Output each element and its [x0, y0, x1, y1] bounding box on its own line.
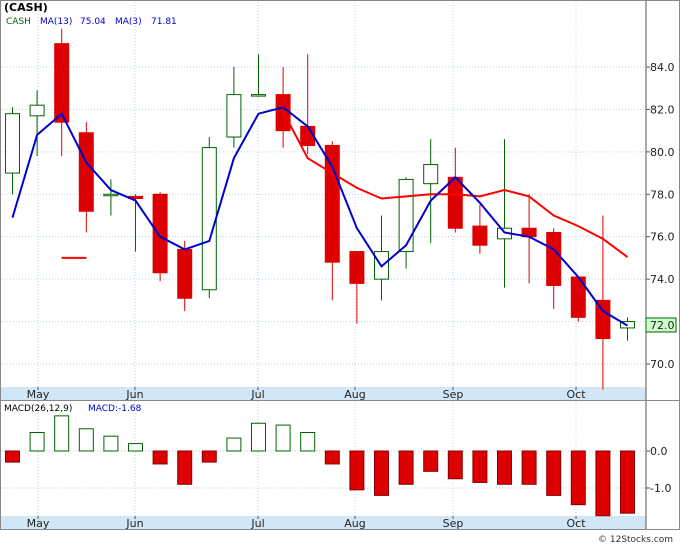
stock-chart: 70.0 72.0 74.0 76.0 78.0 80.0 82.0 84.0 May Jun J… [0, 0, 680, 545]
candle-body [472, 225, 488, 246]
candle-body [152, 193, 168, 274]
macd-bar [595, 450, 611, 517]
macd-bar [349, 450, 365, 491]
macd-bar [398, 450, 414, 485]
macd-bar [570, 450, 586, 506]
candle-body [546, 231, 562, 287]
candle-body [78, 132, 94, 212]
legend-ma13-label: MA(13) [40, 17, 72, 27]
price-x-tick-label: Aug [344, 388, 365, 401]
macd-bar [78, 428, 94, 452]
macd-bar [177, 450, 193, 485]
legend-symbol: CASH [6, 17, 31, 27]
macd-bar [251, 422, 266, 452]
candle-body [349, 251, 365, 284]
candle-body [595, 299, 611, 340]
macd-bar [374, 450, 389, 496]
last-price-label: 72.0 [650, 319, 675, 332]
macd-x-tick-label: May [27, 517, 50, 530]
price-y-tick-label: 70.0 [650, 358, 675, 371]
price-y-tick-label: 74.0 [650, 273, 675, 286]
price-x-tick-label: May [27, 388, 50, 401]
legend-ma3-value: 71.81 [151, 17, 177, 27]
macd-bar [29, 432, 45, 452]
macd-bar [103, 435, 119, 452]
price-panel [0, 0, 680, 401]
macd-bar [275, 424, 291, 452]
price-y-tick-label: 76.0 [650, 231, 675, 244]
macd-bar [447, 450, 463, 480]
macd-bar [54, 415, 70, 452]
macd-x-tick-label: Oct [566, 517, 586, 530]
macd-x-tick-label: Jun [125, 517, 143, 530]
macd-bar [226, 437, 242, 452]
candle-body [54, 43, 70, 123]
price-y-tick-label: 80.0 [650, 146, 675, 159]
macd-bar [423, 450, 439, 472]
price-y-tick-label: 84.0 [650, 61, 675, 74]
candle-body [29, 104, 45, 117]
candle-body [201, 147, 217, 291]
macd-x-tick-label: Aug [344, 517, 365, 530]
macd-bar [620, 450, 635, 514]
price-y-tick-label: 78.0 [650, 188, 675, 201]
candle-body [251, 94, 266, 97]
chart-title: (CASH) [4, 1, 48, 14]
watermark: © 12Stocks.com [598, 535, 673, 545]
macd-legend-label: MACD(26,12,9) [4, 404, 72, 414]
macd-xaxis-band [1, 516, 646, 529]
candle-body [447, 176, 463, 229]
macd-bar [128, 443, 143, 452]
candle-body [5, 113, 20, 174]
candle-body [103, 193, 119, 197]
macd-bar [5, 450, 20, 463]
price-y-tick-label: 82.0 [650, 103, 675, 116]
legend-ma3-label: MA(3) [115, 17, 142, 27]
price-xaxis-band [1, 387, 646, 400]
candle-body [423, 164, 439, 185]
price-x-tick-label: Jun [125, 388, 143, 401]
price-x-tick-label: Oct [566, 388, 586, 401]
macd-bar [472, 450, 488, 483]
macd-y-tick-label: -1.0 [650, 482, 671, 495]
macd-x-tick-label: Jul [250, 517, 264, 530]
macd-bar [521, 450, 537, 485]
legend-ma13-value: 75.04 [80, 17, 106, 27]
price-x-tick-label: Jul [250, 388, 264, 401]
macd-bar [546, 450, 562, 496]
candle-body [398, 178, 414, 253]
macd-bar [300, 432, 316, 452]
macd-x-tick-label: Sep [443, 517, 464, 530]
macd-bar [201, 450, 217, 463]
macd-bar [324, 450, 340, 465]
macd-y-tick-label: 0.0 [650, 445, 668, 458]
candle-body [177, 248, 193, 299]
macd-bar [497, 450, 512, 485]
candle-body [324, 144, 340, 263]
macd-legend-value: MACD:-1.68 [88, 404, 142, 414]
candle-body [226, 94, 242, 138]
price-x-tick-label: Sep [443, 388, 464, 401]
macd-bar [152, 450, 168, 465]
